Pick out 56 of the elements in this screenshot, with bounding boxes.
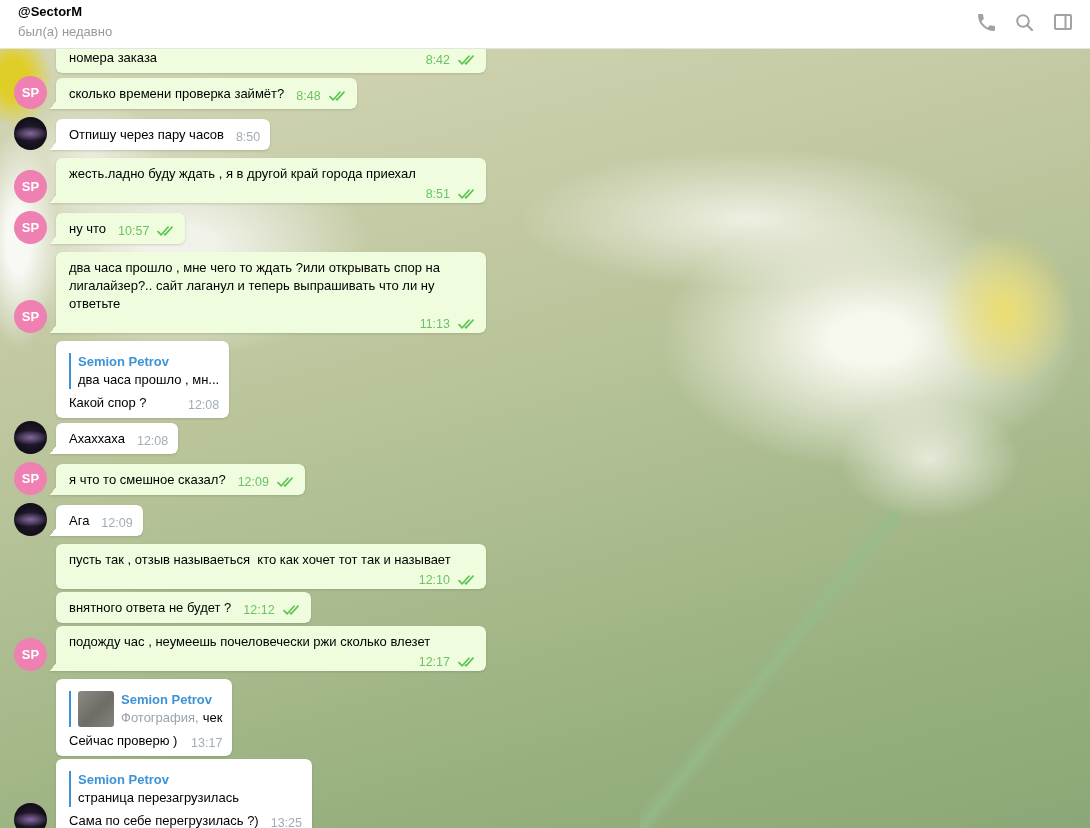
message-text: Какой спор ? — [69, 395, 147, 410]
message-text: Сама по себе перегрузилась ?) — [69, 813, 259, 828]
last-seen-status: был(а) недавно — [18, 23, 113, 41]
photo-thumbnail — [78, 691, 114, 727]
initials-avatar[interactable]: SP — [14, 211, 47, 244]
message-time: 13:25 — [270, 816, 302, 828]
reply-author: Semion Petrov — [78, 353, 171, 371]
message-text: Ага — [69, 513, 90, 528]
avatar-photo[interactable] — [14, 117, 47, 150]
message-time: 8:42 — [425, 53, 450, 67]
initials-avatar[interactable]: SP — [14, 462, 47, 495]
reply-text: два часа прошло , мн... — [78, 371, 220, 389]
message-text: Ахаххаха — [69, 431, 125, 446]
reply-media-label: Фотография, — [121, 709, 199, 727]
message-time: 12:12 — [243, 603, 275, 617]
message-text: внятного ответа не будет ? — [69, 600, 232, 615]
initials-avatar[interactable]: SP — [14, 76, 47, 109]
reply-quote[interactable]: Semion Petrov Фотография, чек — [69, 691, 223, 727]
message-text: ну что — [69, 221, 107, 236]
initials-avatar[interactable]: SP — [14, 170, 47, 203]
message-time: 12:08 — [187, 398, 220, 412]
message-time: 8:48 — [296, 89, 321, 103]
reply-author: Semion Petrov — [78, 771, 171, 789]
message-text: подожду час , неумеешь почеловечески ржи сколько влезет — [69, 634, 431, 649]
message-time: 12:10 — [418, 573, 450, 587]
message-text: пусть так , отзыв называеться кто как хочет тот так и называет — [69, 552, 451, 567]
message-text: Отпишу через пару часов — [69, 127, 224, 142]
message-time: 12:08 — [136, 434, 169, 448]
message-time: 10:57 — [118, 224, 150, 238]
message-time: 12:09 — [101, 516, 133, 530]
reply-text: страница перезагрузилась — [78, 789, 239, 807]
message-time: 8:51 — [425, 187, 450, 201]
message-text: номера заказа — [69, 50, 158, 65]
message-time: 11:13 — [419, 317, 450, 331]
message-time: 13:17 — [191, 736, 223, 750]
initials-avatar[interactable]: SP — [14, 300, 47, 333]
sidebar-icon[interactable] — [1054, 14, 1072, 30]
message-text: сколько времени проверка займёт? — [69, 86, 285, 101]
avatar-photo[interactable] — [14, 503, 47, 536]
message-text: Сейчас проверю ) — [69, 733, 178, 748]
message-text: жесть.ладно буду ждать , я в другой край города приехал — [69, 166, 416, 181]
initials-avatar[interactable]: SP — [14, 638, 47, 671]
avatar-photo[interactable] — [14, 803, 47, 828]
message-text: я что то смешное сказал? — [69, 472, 226, 487]
phone-icon[interactable] — [978, 13, 995, 31]
message-text: два часа прошло , мне чего то ждать ?или открывать спор на лигалайзер?.. сайт лаганул и теперь выпрашивать что ли ну ответьте — [69, 259, 441, 313]
message-time: 12:09 — [237, 475, 269, 489]
message-time: 12:17 — [418, 655, 450, 669]
reply-quote[interactable]: Semion Petrov два часа прошло , мн... — [69, 353, 220, 389]
reply-author: Semion Petrov — [121, 691, 214, 709]
chat-title: @SectorM — [18, 3, 83, 21]
search-icon[interactable] — [1016, 13, 1033, 31]
avatar-photo[interactable] — [14, 421, 47, 454]
reply-text: чек — [202, 709, 223, 727]
message-time: 8:50 — [235, 130, 261, 144]
reply-quote[interactable]: Semion Petrov страница перезагрузилась — [69, 771, 302, 807]
